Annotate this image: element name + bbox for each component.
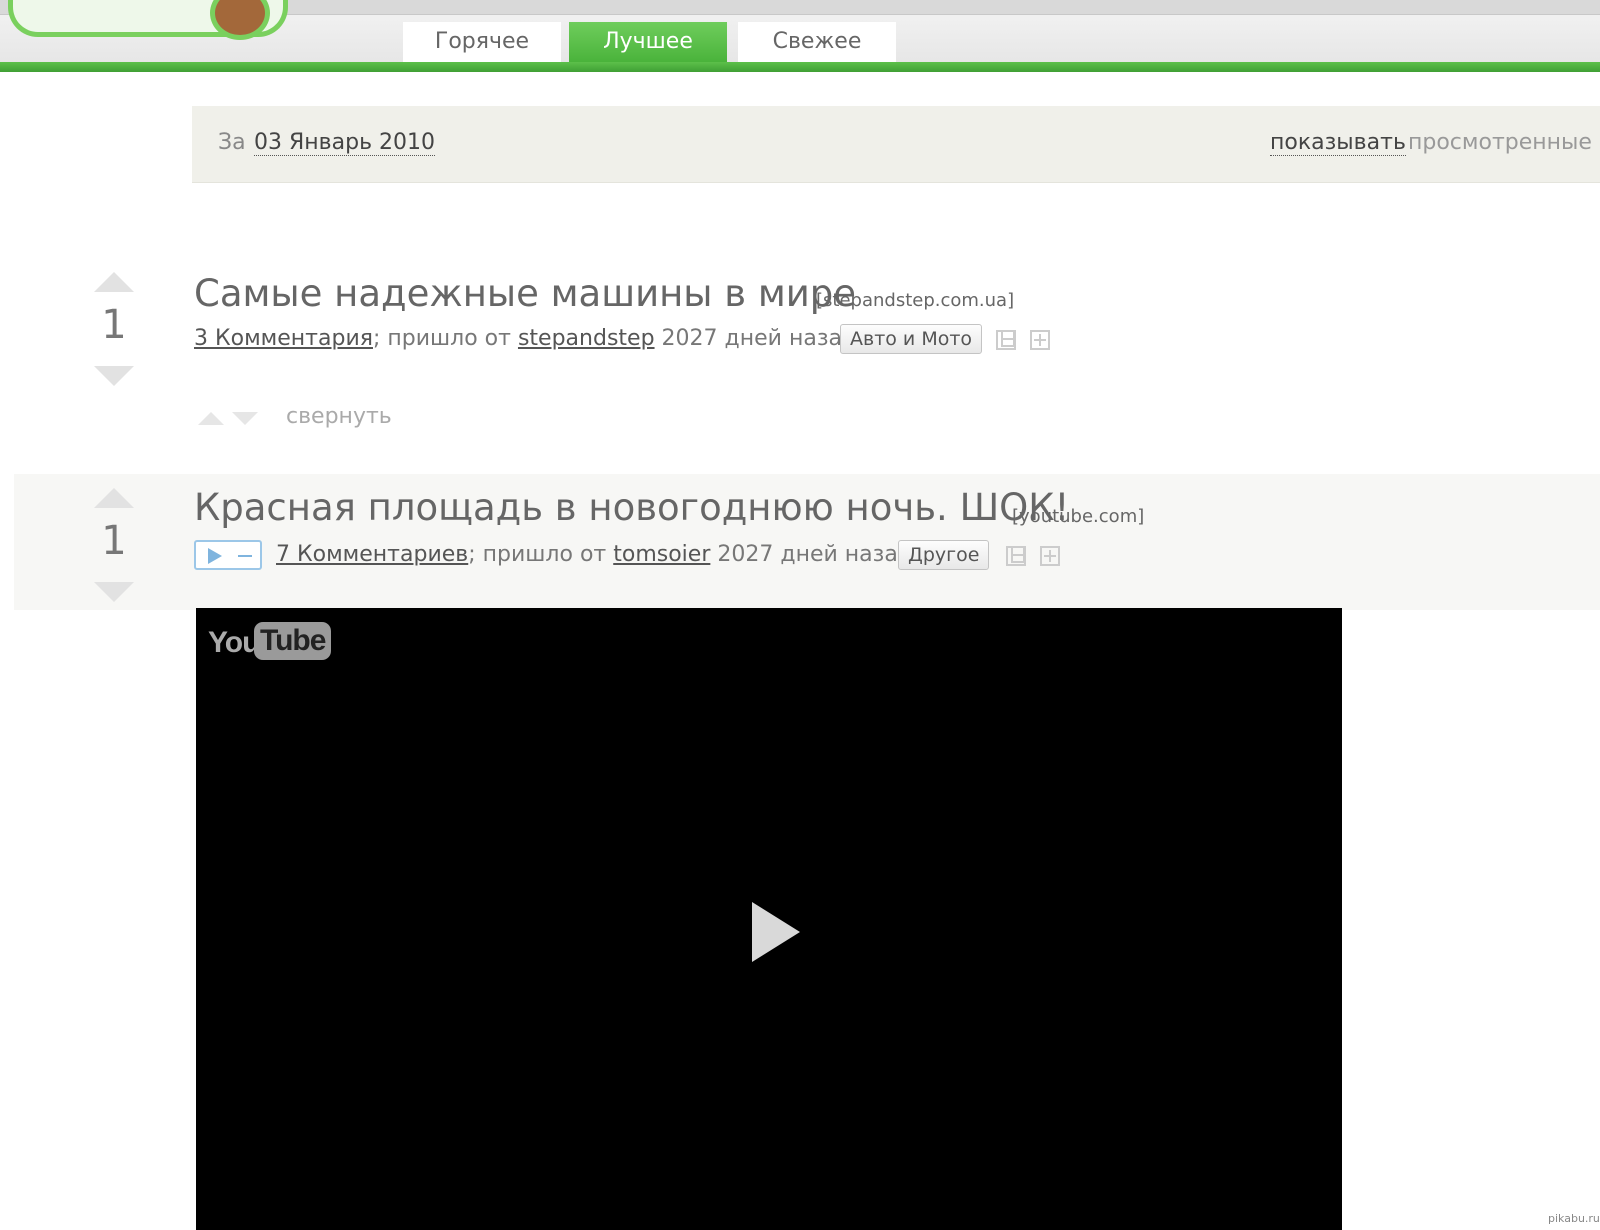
category-tag[interactable]: Авто и Мото xyxy=(840,324,983,354)
post-title[interactable]: Красная площадь в новогоднюю ночь. ШОК! xyxy=(194,486,1069,529)
date-prefix: За xyxy=(218,130,246,155)
upvote-icon[interactable] xyxy=(94,272,134,292)
tab-fresh[interactable]: Свежее xyxy=(738,22,896,62)
post-age: 2027 дней назад xyxy=(717,542,914,567)
post-title[interactable]: Самые надежные машины в мире xyxy=(194,272,856,315)
play-icon[interactable] xyxy=(752,902,800,962)
date-selector[interactable]: 03 Январь 2010 xyxy=(254,130,436,156)
post-score: 1 xyxy=(101,518,127,564)
downvote-icon[interactable] xyxy=(94,582,134,602)
minus-icon xyxy=(238,555,252,557)
watermark: pikabu.ru xyxy=(1548,1212,1600,1225)
save-icon[interactable] xyxy=(996,330,1016,350)
comments-link[interactable]: 7 Комментариев xyxy=(276,542,468,567)
collapse-link[interactable]: свернуть xyxy=(286,404,392,429)
post-domain: [youtube.com] xyxy=(1012,506,1145,527)
save-icon[interactable] xyxy=(1006,546,1026,566)
nav-underline xyxy=(0,62,1600,72)
author-link[interactable]: stepandstep xyxy=(518,326,655,351)
upvote-icon[interactable] xyxy=(94,488,134,508)
from-label: ; пришло от xyxy=(372,326,511,351)
author-link[interactable]: tomsoier xyxy=(613,542,710,567)
post-domain: [stepandstep.com.ua] xyxy=(816,290,1015,311)
category-tag[interactable]: Другое xyxy=(898,540,990,570)
viewed-posts-label: просмотренные г xyxy=(1408,130,1600,155)
video-toggle-button[interactable] xyxy=(194,540,262,570)
small-upvote-icon[interactable] xyxy=(198,412,224,425)
add-icon[interactable] xyxy=(1040,546,1060,566)
post-age: 2027 дней назад xyxy=(661,326,858,351)
comments-link[interactable]: 3 Комментария xyxy=(194,326,373,351)
add-icon[interactable] xyxy=(1030,330,1050,350)
small-downvote-icon[interactable] xyxy=(232,412,258,425)
post-meta: 3 Комментария; пришло от stepandstep 202… xyxy=(194,326,857,351)
date-filter-bar: За 03 Январь 2010 показывать просмотренн… xyxy=(192,106,1600,183)
post-score: 1 xyxy=(101,302,127,348)
video-player[interactable]: You Tube xyxy=(196,608,1342,1230)
tab-best[interactable]: Лучшее xyxy=(569,22,727,62)
youtube-logo-tube: Tube xyxy=(254,622,332,660)
downvote-icon[interactable] xyxy=(94,366,134,386)
from-label: ; пришло от xyxy=(468,542,607,567)
post-meta: 7 Комментариев; пришло от tomsoier 2027 … xyxy=(276,542,913,567)
tab-hot[interactable]: Горячее xyxy=(403,22,561,62)
show-viewed-toggle[interactable]: показывать xyxy=(1270,130,1406,156)
youtube-logo-you: You xyxy=(208,626,260,659)
top-bar: Горячее Лучшее Свежее xyxy=(0,0,1600,64)
play-icon xyxy=(208,548,222,564)
